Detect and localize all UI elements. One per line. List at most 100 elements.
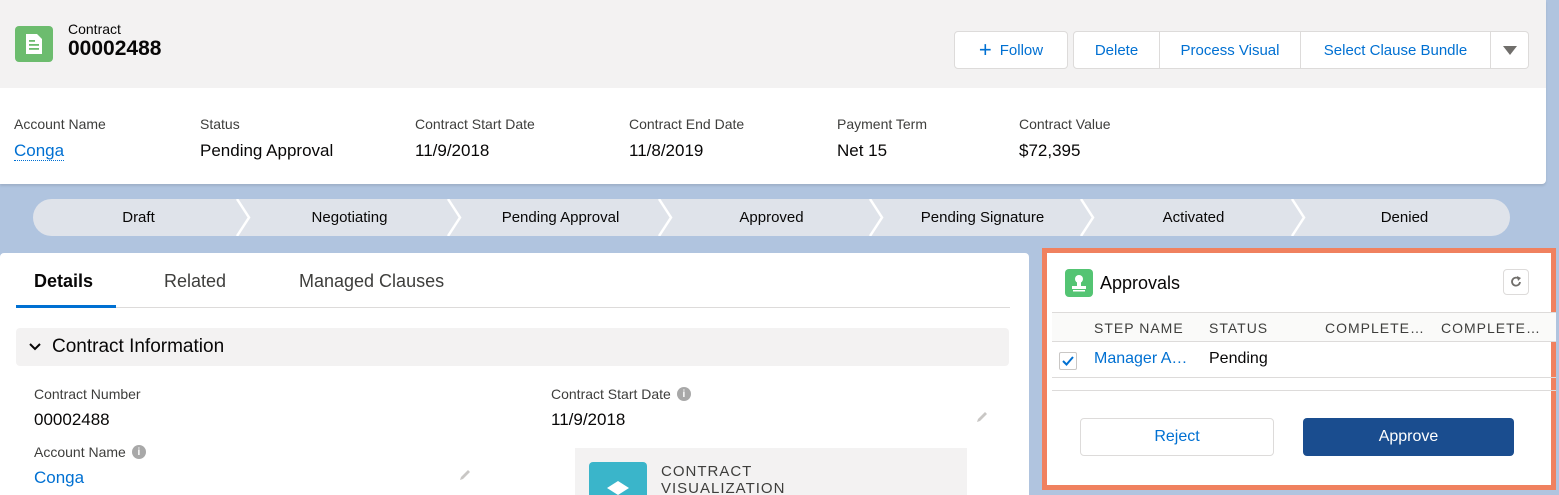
- row-checkbox[interactable]: [1059, 352, 1077, 370]
- chevron-down-icon: [1502, 45, 1517, 55]
- process-visual-button[interactable]: Process Visual: [1160, 31, 1301, 69]
- path-step-label: Approved: [739, 209, 804, 226]
- path-step-label: Activated: [1162, 209, 1225, 226]
- column-header-status[interactable]: STATUS: [1209, 320, 1268, 336]
- pencil-icon[interactable]: [458, 468, 472, 482]
- path-step-label: Denied: [1380, 209, 1429, 226]
- path-separator: [235, 199, 251, 236]
- path-step-pending-signature[interactable]: Pending Signature: [877, 199, 1088, 236]
- refresh-button[interactable]: [1503, 269, 1529, 295]
- field-value: 11/9/2018: [551, 410, 626, 429]
- field-label: Contract End Date: [629, 116, 745, 132]
- active-tab-indicator: [16, 305, 116, 308]
- status-cell: Pending: [1209, 350, 1268, 367]
- path-step-activated[interactable]: Activated: [1088, 199, 1299, 236]
- column-header-completed-2[interactable]: COMPLETE…: [1441, 320, 1541, 336]
- path-step-approved[interactable]: Approved: [666, 199, 877, 236]
- account-name-link[interactable]: Conga: [34, 468, 480, 488]
- path-separator: [1079, 199, 1095, 236]
- record-name: 00002488: [68, 37, 162, 60]
- path-separator: [446, 199, 462, 236]
- path-step-denied[interactable]: Denied: [1299, 199, 1510, 236]
- field-label: Contract Value: [1019, 116, 1111, 132]
- field-value: 00002488: [34, 410, 110, 429]
- field-label: Account Name: [14, 116, 106, 132]
- more-actions-button[interactable]: [1491, 31, 1529, 69]
- field-label: Payment Term: [837, 116, 927, 132]
- approve-button[interactable]: Approve: [1303, 418, 1514, 456]
- account-name-link[interactable]: Conga: [14, 141, 65, 161]
- delete-button[interactable]: Delete: [1073, 31, 1160, 69]
- follow-label: Follow: [999, 41, 1044, 59]
- field-value: 11/9/2018: [415, 141, 490, 160]
- field-account-name: Account Name i Conga: [34, 444, 480, 488]
- path-step-label: Negotiating: [311, 209, 388, 226]
- info-icon[interactable]: i: [131, 445, 146, 459]
- action-button-group: Delete Process Visual Select Clause Bund…: [1073, 31, 1529, 69]
- path-separator: [657, 199, 673, 236]
- field-label: Contract Start Date i: [551, 386, 997, 402]
- highlight-contract-end-date: Contract End Date 11/8/2019: [629, 116, 744, 161]
- column-header-completed-1[interactable]: COMPLETE…: [1325, 320, 1425, 336]
- approvals-table-header: STEP NAME STATUS COMPLETE… COMPLETE…: [1052, 312, 1556, 342]
- visualization-icon: [589, 462, 647, 495]
- record-detail-card: Details Related Managed Clauses Contract…: [0, 253, 1029, 495]
- pencil-icon[interactable]: [975, 410, 989, 424]
- path-step-label: Pending Signature: [920, 209, 1045, 226]
- field-label: Contract Number: [34, 386, 141, 402]
- tab-bar: Details Related Managed Clauses: [16, 253, 1010, 308]
- path-step-draft[interactable]: Draft: [33, 199, 244, 236]
- field-value: $72,395: [1019, 141, 1081, 160]
- highlight-payment-term: Payment Term Net 15: [837, 116, 927, 161]
- tab-details[interactable]: Details: [34, 271, 93, 292]
- check-icon: [1062, 356, 1074, 366]
- plus-icon: +: [978, 37, 992, 62]
- field-value: Net 15: [837, 141, 888, 160]
- status-path: Draft Negotiating Pending Approval Appro…: [33, 199, 1510, 236]
- chevron-down-icon: [29, 343, 41, 351]
- highlight-contract-start-date: Contract Start Date 11/9/2018: [415, 116, 535, 161]
- path-step-negotiating[interactable]: Negotiating: [244, 199, 455, 236]
- table-row: Manager A… Pending: [1052, 342, 1556, 378]
- visualization-title-line2: VISUALIZATION: [661, 480, 786, 495]
- section-header-contract-information[interactable]: Contract Information: [16, 328, 1009, 366]
- divider: [1052, 390, 1556, 391]
- contract-icon: [15, 26, 53, 62]
- path-step-pending-approval[interactable]: Pending Approval: [455, 199, 666, 236]
- reject-button[interactable]: Reject: [1080, 418, 1274, 456]
- page-header: Contract 00002488 + Follow Delete Proces…: [0, 0, 1546, 88]
- field-value: Pending Approval: [200, 141, 334, 160]
- field-label: Contract Start Date: [415, 116, 535, 132]
- field-label-text: Contract Start Date: [551, 386, 671, 402]
- field-label: Account Name i: [34, 444, 480, 460]
- visualization-title-line1: CONTRACT: [661, 463, 753, 480]
- visualization-title: CONTRACT VISUALIZATION: [661, 463, 785, 495]
- contract-visualization-panel: CONTRACT VISUALIZATION: [575, 448, 967, 495]
- section-title: Contract Information: [52, 336, 225, 357]
- object-label: Contract: [68, 21, 121, 37]
- select-clause-bundle-button[interactable]: Select Clause Bundle: [1301, 31, 1491, 69]
- approvals-card: Approvals STEP NAME STATUS COMPLETE… COM…: [1042, 248, 1556, 490]
- highlight-contract-value: Contract Value $72,395: [1019, 116, 1111, 161]
- field-contract-number: Contract Number 00002488: [34, 386, 480, 430]
- highlight-account-name: Account Name Conga: [14, 116, 106, 161]
- column-header-step-name[interactable]: STEP NAME: [1094, 320, 1184, 336]
- field-label-text: Account Name: [34, 444, 126, 460]
- path-step-label: Pending Approval: [501, 209, 620, 226]
- field-contract-start-date: Contract Start Date i 11/9/2018: [551, 386, 997, 430]
- path-step-label: Draft: [122, 209, 155, 226]
- tab-related[interactable]: Related: [164, 271, 226, 292]
- approval-icon: [1065, 269, 1093, 297]
- field-value: 11/8/2019: [629, 141, 704, 160]
- info-icon[interactable]: i: [676, 387, 691, 401]
- highlights-panel: Contract 00002488 + Follow Delete Proces…: [0, 0, 1546, 184]
- follow-button[interactable]: + Follow: [954, 31, 1068, 69]
- field-label: Status: [200, 116, 240, 132]
- refresh-icon: [1511, 276, 1521, 287]
- highlight-status: Status Pending Approval: [200, 116, 333, 161]
- tab-managed-clauses[interactable]: Managed Clauses: [299, 271, 444, 292]
- approvals-title: Approvals: [1100, 273, 1181, 293]
- step-name-link[interactable]: Manager A…: [1094, 350, 1187, 368]
- path-separator: [1290, 199, 1306, 236]
- path-separator: [868, 199, 884, 236]
